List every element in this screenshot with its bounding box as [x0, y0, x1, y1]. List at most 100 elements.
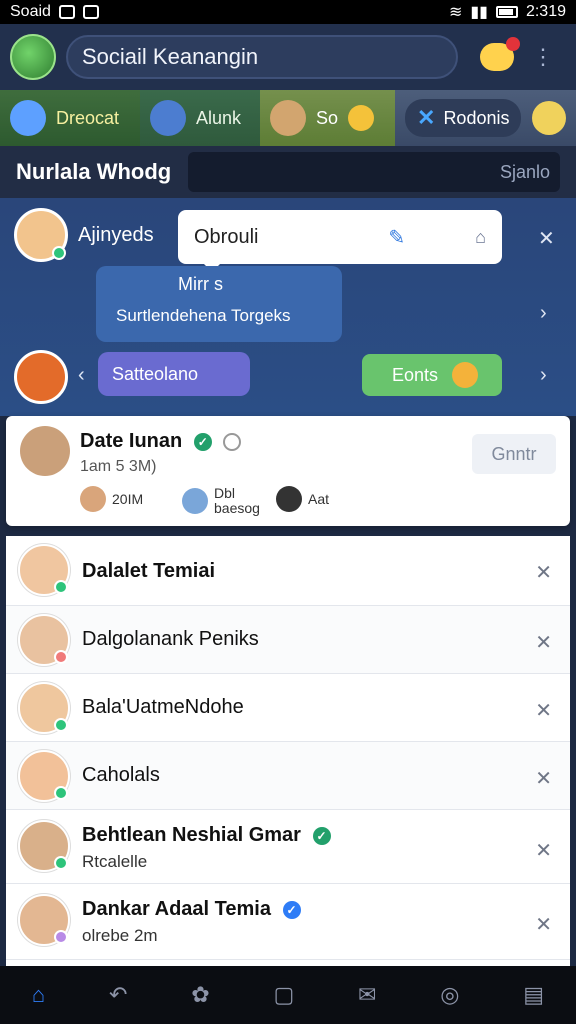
bubble-line-2: Surtlendehena Torgeks: [116, 306, 291, 325]
avatar: [182, 488, 208, 515]
close-icon[interactable]: ✕: [538, 226, 555, 251]
x-icon: ✕: [417, 105, 436, 130]
profile-icon[interactable]: ◎: [440, 982, 459, 1008]
close-icon[interactable]: ✕: [535, 912, 552, 937]
card-action-label: Gnntr: [491, 443, 537, 464]
home-icon[interactable]: ⌂: [475, 227, 486, 248]
sender-name: Ajinyeds: [78, 224, 154, 246]
reply-popup[interactable]: Obrouli ✎ ⌂: [178, 210, 502, 272]
list-item[interactable]: Behtlean Neshial Gmar ✓ Rtcalelle ✕: [6, 810, 570, 884]
online-status-icon: [52, 246, 66, 260]
status-icon: [54, 650, 68, 664]
list-item-name: Caholals: [82, 764, 160, 786]
card-name: Date Iunan ✓: [80, 430, 242, 453]
channel-label: Dreocat: [56, 107, 120, 128]
wifi-icon: ≋: [448, 4, 463, 21]
list-item[interactable]: Bala'UatmeNdohe ✕: [6, 674, 570, 742]
channel-label: Rodonis: [443, 107, 510, 128]
close-icon[interactable]: ✕: [535, 630, 552, 655]
section-title: Nurlala Whodg: [16, 159, 172, 184]
list-item-subtitle: olrebe 2m: [82, 926, 158, 945]
mail-icon: [82, 5, 99, 19]
card-action-button[interactable]: Gnntr: [472, 434, 556, 474]
channel-label: So: [316, 107, 339, 128]
signal-icon: ▮▮: [470, 4, 488, 21]
featured-card[interactable]: Date Iunan ✓ 1am 5 3M) Gnntr 20IM Dbl ba…: [6, 416, 570, 526]
badge-icon: [223, 432, 242, 451]
list-item[interactable]: Dalgolanank Peniks ✕: [6, 606, 570, 674]
list-item[interactable]: Dalalet Temiai ✕: [6, 536, 570, 606]
apps-icon[interactable]: ✿: [191, 982, 209, 1008]
chevron-left-icon[interactable]: ‹: [78, 364, 85, 387]
emoji-icon: [532, 101, 566, 135]
close-icon[interactable]: ✕: [535, 766, 552, 791]
list-item-name: Behtlean Neshial Gmar ✓: [82, 824, 331, 847]
avatar: [276, 486, 302, 512]
list-item[interactable]: Caholals ✕: [6, 742, 570, 810]
list-item[interactable]: Dankar Adaal Temia ✓ olrebe 2m ✕: [6, 884, 570, 960]
channel-tab-2[interactable]: Alunk: [140, 90, 260, 146]
status-bar: Soaid ≋ ▮▮ 2:319: [0, 0, 576, 24]
contact-list: Dalalet Temiai ✕ Dalgolanank Peniks ✕ Ba…: [6, 536, 570, 966]
status-label: Soaid: [10, 3, 51, 20]
close-icon[interactable]: ✕: [535, 698, 552, 723]
avatar: [10, 100, 46, 136]
online-status-icon: [54, 580, 68, 594]
chevron-right-icon[interactable]: ›: [540, 302, 547, 325]
avatar: [150, 100, 186, 136]
close-icon[interactable]: ✕: [535, 560, 552, 585]
reactor[interactable]: Dbl baesog: [182, 485, 260, 517]
channel-tabs: Dreocat Alunk So ✕ Rodonis: [0, 90, 576, 146]
mail-icon[interactable]: ✉: [358, 982, 376, 1008]
reactor-label: 20IM: [112, 491, 144, 507]
popup-text: Obrouli: [194, 225, 259, 248]
list-item-name: Dalgolanank Peniks: [82, 628, 259, 650]
verified-icon: ✓: [282, 900, 301, 919]
close-icon[interactable]: ✕: [535, 838, 552, 863]
channel-tab-4[interactable]: ✕ Rodonis: [395, 90, 576, 146]
verified-icon: ✓: [312, 826, 331, 845]
record-icon: [58, 5, 75, 19]
back-icon[interactable]: ↶: [109, 982, 127, 1008]
message-bubble[interactable]: Mirr s Surtlendehena Torgeks: [96, 266, 342, 342]
search-bar-text: Sociail Keanangin: [82, 44, 259, 69]
app-bar: Sociail Keanangin ⋮: [0, 24, 576, 90]
list-item-name: Dankar Adaal Temia ✓: [82, 898, 301, 921]
pen-icon[interactable]: ✎: [388, 225, 405, 250]
tabs-icon[interactable]: ▤: [523, 982, 544, 1008]
green-pill-button[interactable]: Eonts: [362, 354, 502, 396]
reactor-label: Aat: [308, 491, 330, 507]
home-icon[interactable]: ⌂: [32, 982, 45, 1008]
chat-bubble-icon[interactable]: [480, 37, 520, 71]
verified-icon: ✓: [193, 432, 212, 451]
avatar: [20, 426, 70, 476]
more-vert-icon[interactable]: ⋮: [532, 44, 554, 70]
emoji-icon: [348, 105, 375, 131]
purple-pill-button[interactable]: Satteolano: [98, 352, 250, 396]
online-status-icon: [54, 718, 68, 732]
list-item-name: Dalalet Temiai: [82, 560, 216, 582]
card-time: 1am 5 3M): [80, 458, 157, 475]
reactor[interactable]: Aat: [276, 486, 329, 512]
avatar: [270, 100, 306, 136]
app-logo[interactable]: [10, 34, 56, 80]
chevron-right-icon[interactable]: ›: [540, 364, 547, 387]
channel-tab-1[interactable]: Dreocat: [0, 90, 140, 146]
bubble-line-1: Mirr s: [178, 274, 223, 294]
square-icon[interactable]: ▢: [273, 982, 294, 1008]
online-status-icon: [54, 856, 68, 870]
section-search-input[interactable]: Sjanlo: [188, 152, 560, 192]
list-item-subtitle: Rtcalelle: [82, 852, 148, 871]
battery-icon: [495, 6, 518, 18]
green-pill-label: Eonts: [392, 364, 439, 385]
avatar[interactable]: [14, 350, 68, 404]
search-bar[interactable]: Sociail Keanangin: [66, 35, 458, 79]
status-icon: [54, 930, 68, 944]
status-time: 2:319: [525, 3, 566, 20]
reactor[interactable]: 20IM: [80, 486, 143, 512]
avatar: [80, 486, 106, 512]
channel-tab-3[interactable]: So: [260, 90, 395, 146]
reactor-label: Dbl baesog: [214, 485, 260, 517]
channel-pill[interactable]: ✕ Rodonis: [405, 99, 522, 137]
bottom-nav: ⌂ ↶ ✿ ▢ ✉ ◎ ▤: [0, 966, 576, 1024]
